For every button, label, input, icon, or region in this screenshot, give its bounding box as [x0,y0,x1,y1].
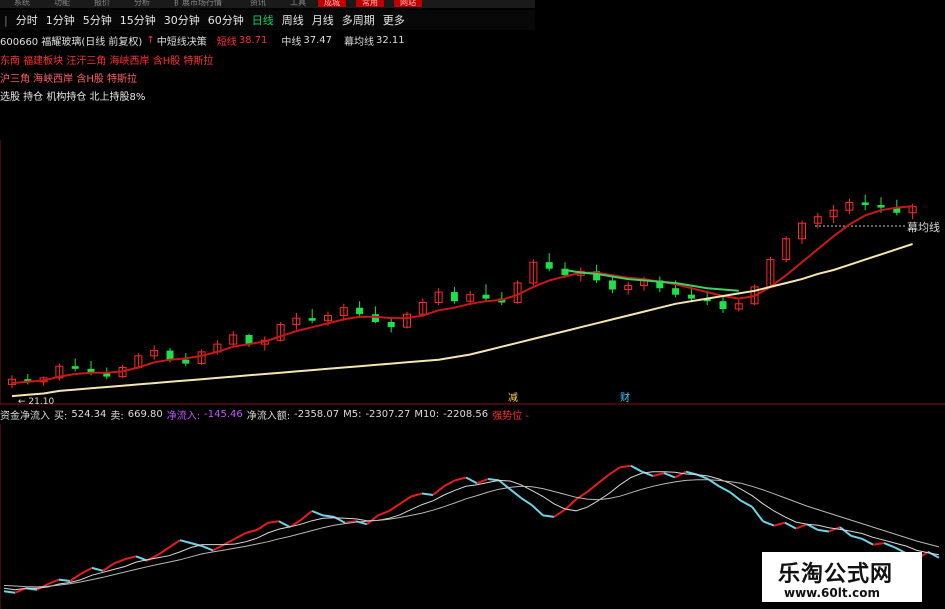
flow-segment [168,539,181,549]
flow-segment [443,479,456,488]
watermark-url: www.60lt.com [784,586,881,600]
flow-segment [509,488,522,499]
flow-segment [179,539,192,545]
strength-label: 强势位 - [492,410,529,422]
m10-value: -2208.56 [443,408,489,420]
flow-segment [872,542,885,546]
flow-segment [58,578,71,582]
flow-segment [795,523,808,530]
flow-segment [718,485,731,493]
candle-body-down [719,301,727,309]
cum-label: 净流入额: [246,410,291,422]
buy-value: 524.34 [71,408,107,420]
flow-segment [124,555,137,561]
candle-body-down [308,318,316,321]
candle-body-down [450,292,458,302]
flow-segment [388,502,401,512]
flow-segment [619,464,632,469]
flow-segment [740,499,753,508]
flow-segment [399,495,412,505]
flow-segment [784,521,797,530]
sell-label: 卖: [110,410,124,422]
candle-body-down [672,288,680,295]
flow-segment [850,534,863,540]
flow-segment [201,545,214,552]
flow-title: 资金净流入 [0,410,50,422]
candle-body-down [387,322,395,328]
sell-value: 669.80 [127,408,163,420]
flow-segment [432,485,445,496]
flow-segment [267,520,280,524]
flow-segment [751,506,764,522]
flow-segment [80,567,93,575]
flow-segment [729,491,742,502]
flow-segment [366,514,379,525]
flow-segment [245,529,258,534]
kline-chart[interactable]: ← 21.10 减财 [0,0,945,609]
flow-segment [553,508,566,518]
candle-body-down [545,262,553,269]
chart-bg-top [535,0,945,140]
flow-segment [630,464,643,473]
candle-body-down [687,294,695,299]
watermark-title: 乐淘公式网 [778,562,894,587]
m10-label: M10: [414,408,440,420]
flow-segment [91,566,104,572]
series-line-2 [564,269,739,292]
flow-segment [311,510,324,517]
candle-body-down [608,280,616,290]
candle-body-down [182,359,190,364]
flow-segment [278,520,291,528]
cum-value: -2358.07 [294,408,340,420]
flow-segment [652,472,665,477]
flow-segment [300,510,313,521]
flow-segment [608,466,621,476]
event-marker-2: 财 [620,391,630,404]
flow-segment [883,542,896,549]
flow-segment [520,497,533,507]
flow-segment [454,476,467,482]
flow-segment [322,514,335,518]
net-label: 净流入: [166,410,201,422]
buy-label: 买: [54,410,68,422]
flow-segment [410,492,423,498]
candle-body-down [371,314,379,322]
flow-segment [542,514,555,518]
candle-body-down [482,294,490,299]
flow-segment [531,504,544,517]
candle-body-down [166,350,174,360]
flow-segment [597,473,610,485]
flow-segment [234,532,247,540]
candle-body-down [861,202,869,205]
event-marker-1: 减 [508,392,518,404]
flow-segment [817,529,830,533]
flow-segment [256,521,269,531]
flow-segment [762,520,775,527]
flow-segment [421,492,434,496]
flow-segment [3,590,16,594]
m5-label: M5: [343,408,362,420]
flow-segment [839,526,852,537]
candle-body-down [71,366,79,369]
candle-body-down [877,205,885,208]
flow-segment [47,578,60,585]
series-line-3 [11,243,913,398]
net-value: -145.46 [204,408,243,420]
candle-body-down [356,307,364,315]
flow-segment [861,537,874,546]
flow-segment [564,498,577,511]
flow-segment [487,478,500,482]
flow-segment [157,546,170,556]
ma-line-label: 幕均线 [907,221,940,234]
m5-value: -2307.27 [365,408,411,420]
flow-segment [586,482,599,493]
flow-segment [663,472,676,479]
flow-segment [377,510,390,517]
money-flow-header: 资金净流入 买: 524.34 卖: 669.80 净流入: -145.46 净… [0,406,945,422]
flow-segment [773,521,786,527]
flow-segment [212,543,225,552]
flow-segment [465,476,478,485]
flow-segment [113,558,126,565]
